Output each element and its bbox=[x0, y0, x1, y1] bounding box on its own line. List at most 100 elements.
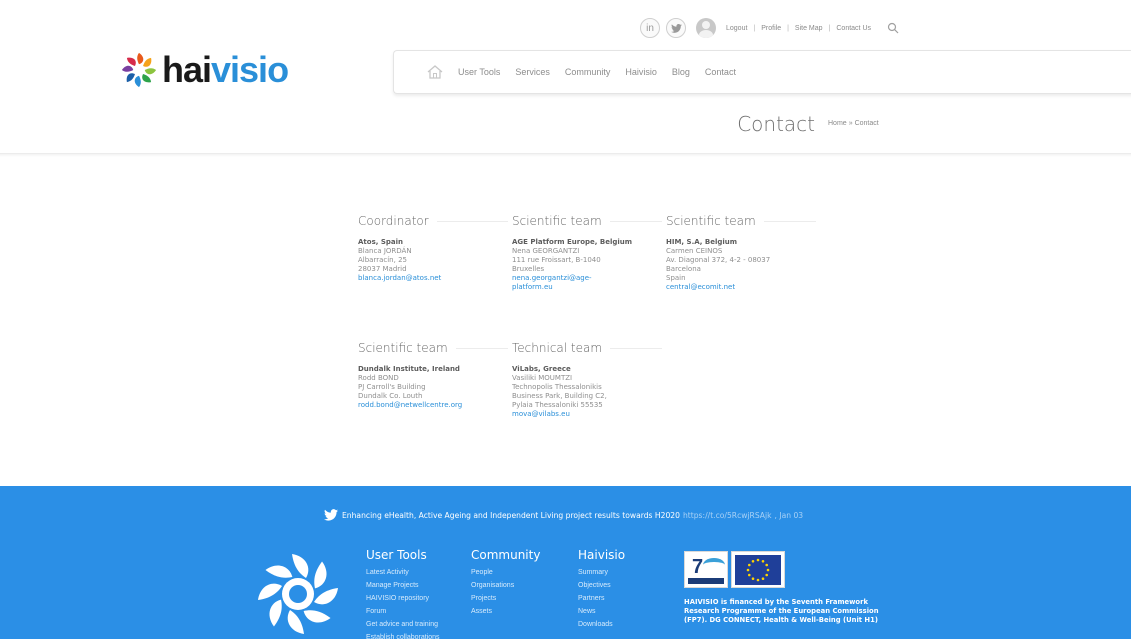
twitter-bird-icon bbox=[670, 23, 682, 33]
contact-line: Pylaia Thessaloniki 55535 bbox=[512, 401, 603, 409]
contact-line: Carmen CEINOS bbox=[666, 247, 723, 255]
page-header: Contact Home » Contact bbox=[0, 108, 1131, 154]
footer-link[interactable]: Organisations bbox=[471, 579, 540, 592]
footer-link[interactable]: Assets bbox=[471, 605, 540, 618]
footer-link[interactable]: Partners bbox=[578, 592, 625, 605]
nav-blog[interactable]: Blog bbox=[672, 67, 690, 77]
fp7-seven-glyph: 7 bbox=[692, 556, 704, 578]
card-title: Technical team bbox=[512, 341, 603, 355]
card-header: Coordinator bbox=[358, 214, 508, 228]
contact-card-coordinator: Coordinator Atos, Spain Blanca JORDÁN Al… bbox=[358, 214, 508, 283]
contact-line: Blanca JORDÁN bbox=[358, 247, 412, 255]
search-icon[interactable] bbox=[887, 22, 899, 34]
twitter-icon[interactable] bbox=[666, 18, 686, 38]
card-rule bbox=[763, 220, 816, 222]
contact-org: HIM, S.A, Belgium bbox=[666, 238, 738, 246]
nav-community[interactable]: Community bbox=[565, 67, 611, 77]
funding-statement: HAIVISIO is financed by the Seventh Fram… bbox=[684, 598, 879, 624]
main-nav: User Tools Services Community Haivisio B… bbox=[393, 50, 1131, 94]
footer-link[interactable]: People bbox=[471, 566, 540, 579]
footer-link[interactable]: HAIVISIO repository bbox=[366, 592, 440, 605]
haivisio-logo[interactable]: haivisio bbox=[120, 49, 289, 90]
contact-email-link[interactable]: rodd.bond@netwellcentre.org bbox=[358, 401, 508, 410]
page-title: Contact bbox=[737, 112, 815, 136]
footer-link[interactable]: Establish collaborations bbox=[366, 631, 440, 639]
contact-line: Barcelona bbox=[666, 265, 701, 273]
contact-line: 111 rue Froissart, B-1040 bbox=[512, 256, 601, 264]
contact-email-link[interactable]: mova@vilabs.eu bbox=[512, 410, 662, 419]
user-avatar[interactable] bbox=[696, 18, 716, 38]
logo-text-visio: visio bbox=[211, 49, 289, 90]
card-title: Scientific team bbox=[666, 214, 756, 228]
logout-link[interactable]: Logout bbox=[726, 25, 747, 32]
nav-contact[interactable]: Contact bbox=[705, 67, 736, 77]
contact-org: AGE Platform Europe, Belgium bbox=[512, 238, 633, 246]
eu-stars-icon bbox=[746, 558, 770, 581]
contact-line: Bruxelles bbox=[512, 265, 545, 273]
footer-column-community: Community People Organisations Projects … bbox=[471, 548, 540, 618]
contact-email-link[interactable]: platform.eu bbox=[512, 283, 662, 292]
card-title: Scientific team bbox=[358, 341, 448, 355]
contact-line: Nena GEORGANTZI bbox=[512, 247, 580, 255]
card-rule bbox=[436, 220, 508, 222]
contact-card-technical: Technical team ViLabs, Greece Vasiliki M… bbox=[512, 341, 662, 419]
tweet-date: , Jan 03 bbox=[774, 510, 804, 520]
footer-link[interactable]: News bbox=[578, 605, 625, 618]
latest-tweet: Enhancing eHealth, Active Ageing and Ind… bbox=[324, 509, 803, 521]
footer-link[interactable]: Downloads bbox=[578, 618, 625, 631]
contact-org: Dundalk Institute, Ireland bbox=[358, 365, 460, 373]
footer-column-title: User Tools bbox=[366, 548, 427, 562]
card-title: Scientific team bbox=[512, 214, 602, 228]
nav-services[interactable]: Services bbox=[515, 67, 550, 77]
footer-column-user-tools: User Tools Latest Activity Manage Projec… bbox=[366, 548, 440, 639]
twitter-icon[interactable] bbox=[324, 509, 338, 521]
footer-link[interactable]: Latest Activity bbox=[366, 566, 440, 579]
footer-link[interactable]: Manage Projects bbox=[366, 579, 440, 592]
linkedin-icon[interactable]: in bbox=[640, 18, 660, 38]
top-link-separator: | bbox=[787, 24, 789, 32]
footer-link[interactable]: Get advice and training bbox=[366, 618, 440, 631]
footer-column-title: Haivisio bbox=[578, 548, 626, 562]
fp7-swoosh bbox=[703, 558, 725, 572]
nav-haivisio[interactable]: Haivisio bbox=[625, 67, 657, 77]
card-header: Technical team bbox=[512, 341, 662, 355]
contact-line: Rodd BOND bbox=[358, 374, 399, 382]
card-rule bbox=[455, 347, 508, 349]
contact-line: 28037 Madrid bbox=[358, 265, 407, 273]
contact-line: Technopolis Thessalonikis bbox=[512, 383, 602, 391]
eu-flag-field bbox=[735, 554, 781, 585]
footer-column-title: Community bbox=[471, 548, 541, 562]
nav-user-tools[interactable]: User Tools bbox=[458, 67, 500, 77]
contact-line: Spain bbox=[666, 274, 686, 282]
footer-logo-flower-icon bbox=[258, 554, 338, 634]
footer-column-haivisio: Haivisio Summary Objectives Partners New… bbox=[578, 548, 625, 631]
contact-email-link[interactable]: blanca.jordan@atos.net bbox=[358, 274, 508, 283]
footer-link[interactable]: Objectives bbox=[578, 579, 625, 592]
contact-email-link[interactable]: central@ecomit.net bbox=[666, 283, 816, 292]
card-header: Scientific team bbox=[512, 214, 662, 228]
footer-link[interactable]: Forum bbox=[366, 605, 440, 618]
breadcrumb-current: Contact bbox=[854, 120, 879, 127]
logo-text-hai: hai bbox=[162, 49, 212, 90]
contact-line: Av. Diagonal 372, 4-2 - 08037 bbox=[666, 256, 771, 264]
tweet-link[interactable]: https://t.co/5RcwjRSAjk bbox=[683, 511, 772, 520]
top-links: Logout | Profile | Site Map | Contact Us bbox=[726, 25, 871, 32]
contact-us-link[interactable]: Contact Us bbox=[836, 25, 871, 32]
home-icon[interactable] bbox=[426, 64, 444, 80]
card-rule bbox=[609, 220, 662, 222]
contact-email-link[interactable]: nena.georgantzi@age- bbox=[512, 274, 662, 283]
breadcrumb-separator: » bbox=[848, 120, 853, 127]
contact-card-scientific-age: Scientific team AGE Platform Europe, Bel… bbox=[512, 214, 662, 292]
top-link-separator: | bbox=[753, 24, 756, 32]
contact-line: Albarracín, 25 bbox=[358, 256, 407, 264]
footer: Enhancing eHealth, Active Ageing and Ind… bbox=[0, 486, 1131, 639]
contact-line: Business Park, Building C2, bbox=[512, 392, 607, 400]
breadcrumb-home[interactable]: Home bbox=[828, 120, 847, 127]
site-map-link[interactable]: Site Map bbox=[795, 25, 823, 32]
footer-link[interactable]: Summary bbox=[578, 566, 625, 579]
contact-card-scientific-him: Scientific team HIM, S.A, Belgium Carmen… bbox=[666, 214, 816, 292]
contact-org: Atos, Spain bbox=[358, 238, 403, 246]
breadcrumb: Home » Contact bbox=[828, 120, 879, 127]
footer-link[interactable]: Projects bbox=[471, 592, 540, 605]
profile-link[interactable]: Profile bbox=[761, 25, 781, 32]
